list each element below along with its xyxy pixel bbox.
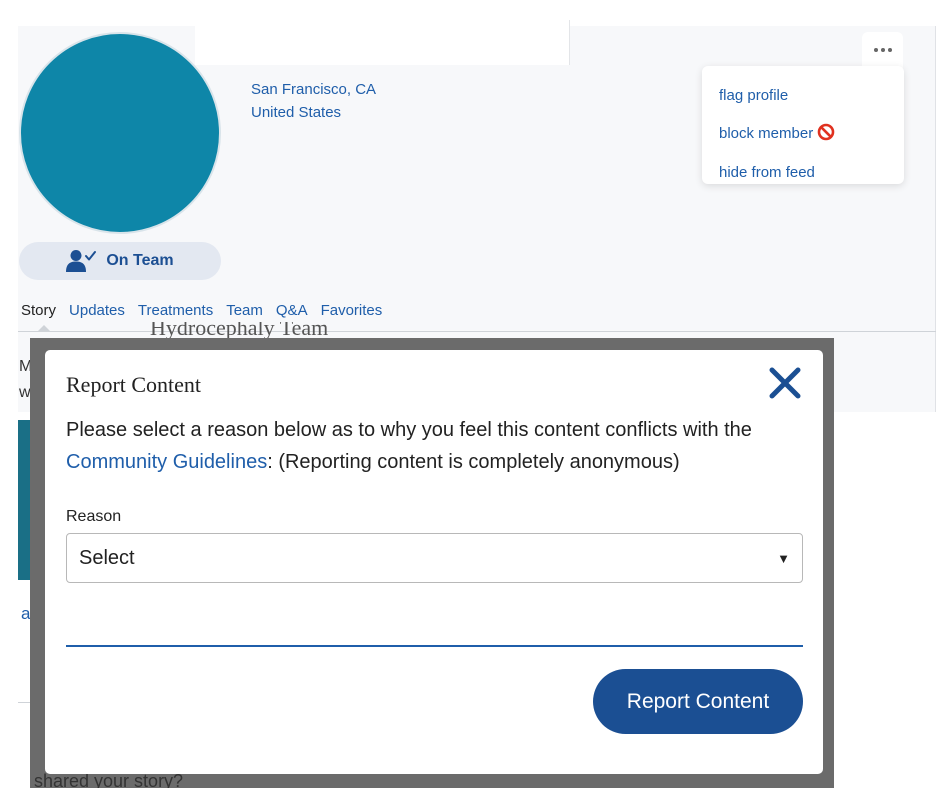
caret-down-icon: ▼ xyxy=(777,550,790,566)
menu-item-label: hide from feed xyxy=(719,163,815,181)
fragment-text: w xyxy=(19,384,31,401)
profile-location: San Francisco, CA United States xyxy=(251,78,376,124)
community-guidelines-link[interactable]: Community Guidelines xyxy=(66,451,267,473)
reason-select[interactable]: Select ▼ xyxy=(66,533,803,583)
tab-updates[interactable]: Updates xyxy=(69,302,125,319)
dialog-description: Please select a reason below as to why y… xyxy=(66,414,806,478)
menu-item-flag-profile[interactable]: flag profile xyxy=(719,76,904,115)
menu-item-block-member[interactable]: block member xyxy=(719,115,904,154)
profile-avatar xyxy=(19,32,221,234)
user-check-icon xyxy=(66,250,97,272)
menu-item-label: flag profile xyxy=(719,86,789,104)
tab-story[interactable]: Story xyxy=(21,302,56,319)
location-city: San Francisco, CA xyxy=(251,81,377,98)
location-country: United States xyxy=(251,104,342,121)
menu-item-hide-from-feed[interactable]: hide from feed xyxy=(719,153,904,192)
reason-select-value: Select xyxy=(79,546,135,569)
tab-qa[interactable]: Q&A xyxy=(276,302,308,319)
dialog-title: Report Content xyxy=(66,372,202,397)
menu-item-label: block member xyxy=(719,125,814,143)
reason-label: Reason xyxy=(66,508,122,525)
comment-input-underline[interactable] xyxy=(66,645,803,647)
more-menu-button[interactable] xyxy=(862,32,903,68)
clipped-heading: Hydrocephaly Team xyxy=(150,322,329,338)
tab-treatments[interactable]: Treatments xyxy=(138,302,213,319)
tab-team[interactable]: Team xyxy=(226,302,263,319)
page-right-border xyxy=(935,26,936,412)
close-button[interactable] xyxy=(767,365,803,401)
active-tab-indicator xyxy=(37,325,51,332)
header-banner-blank xyxy=(195,20,569,65)
description-text: : (Reporting content is completely anony… xyxy=(267,451,680,473)
tab-favorites[interactable]: Favorites xyxy=(321,302,383,319)
banner-divider xyxy=(569,20,570,65)
on-team-badge[interactable]: On Team xyxy=(19,242,221,280)
report-content-button[interactable]: Report Content xyxy=(593,669,803,734)
report-content-dialog: Report Content Please select a reason be… xyxy=(45,350,823,774)
description-text: Please select a reason below as to why y… xyxy=(66,419,752,441)
close-icon xyxy=(769,367,801,399)
profile-tabs: Story Updates Treatments Team Q&A Favori… xyxy=(21,302,382,319)
no-entry-icon xyxy=(817,123,835,145)
on-team-label: On Team xyxy=(106,252,174,269)
more-menu-dropdown: flag profile block member hide from feed xyxy=(702,66,904,184)
more-horizontal-icon xyxy=(873,48,892,52)
